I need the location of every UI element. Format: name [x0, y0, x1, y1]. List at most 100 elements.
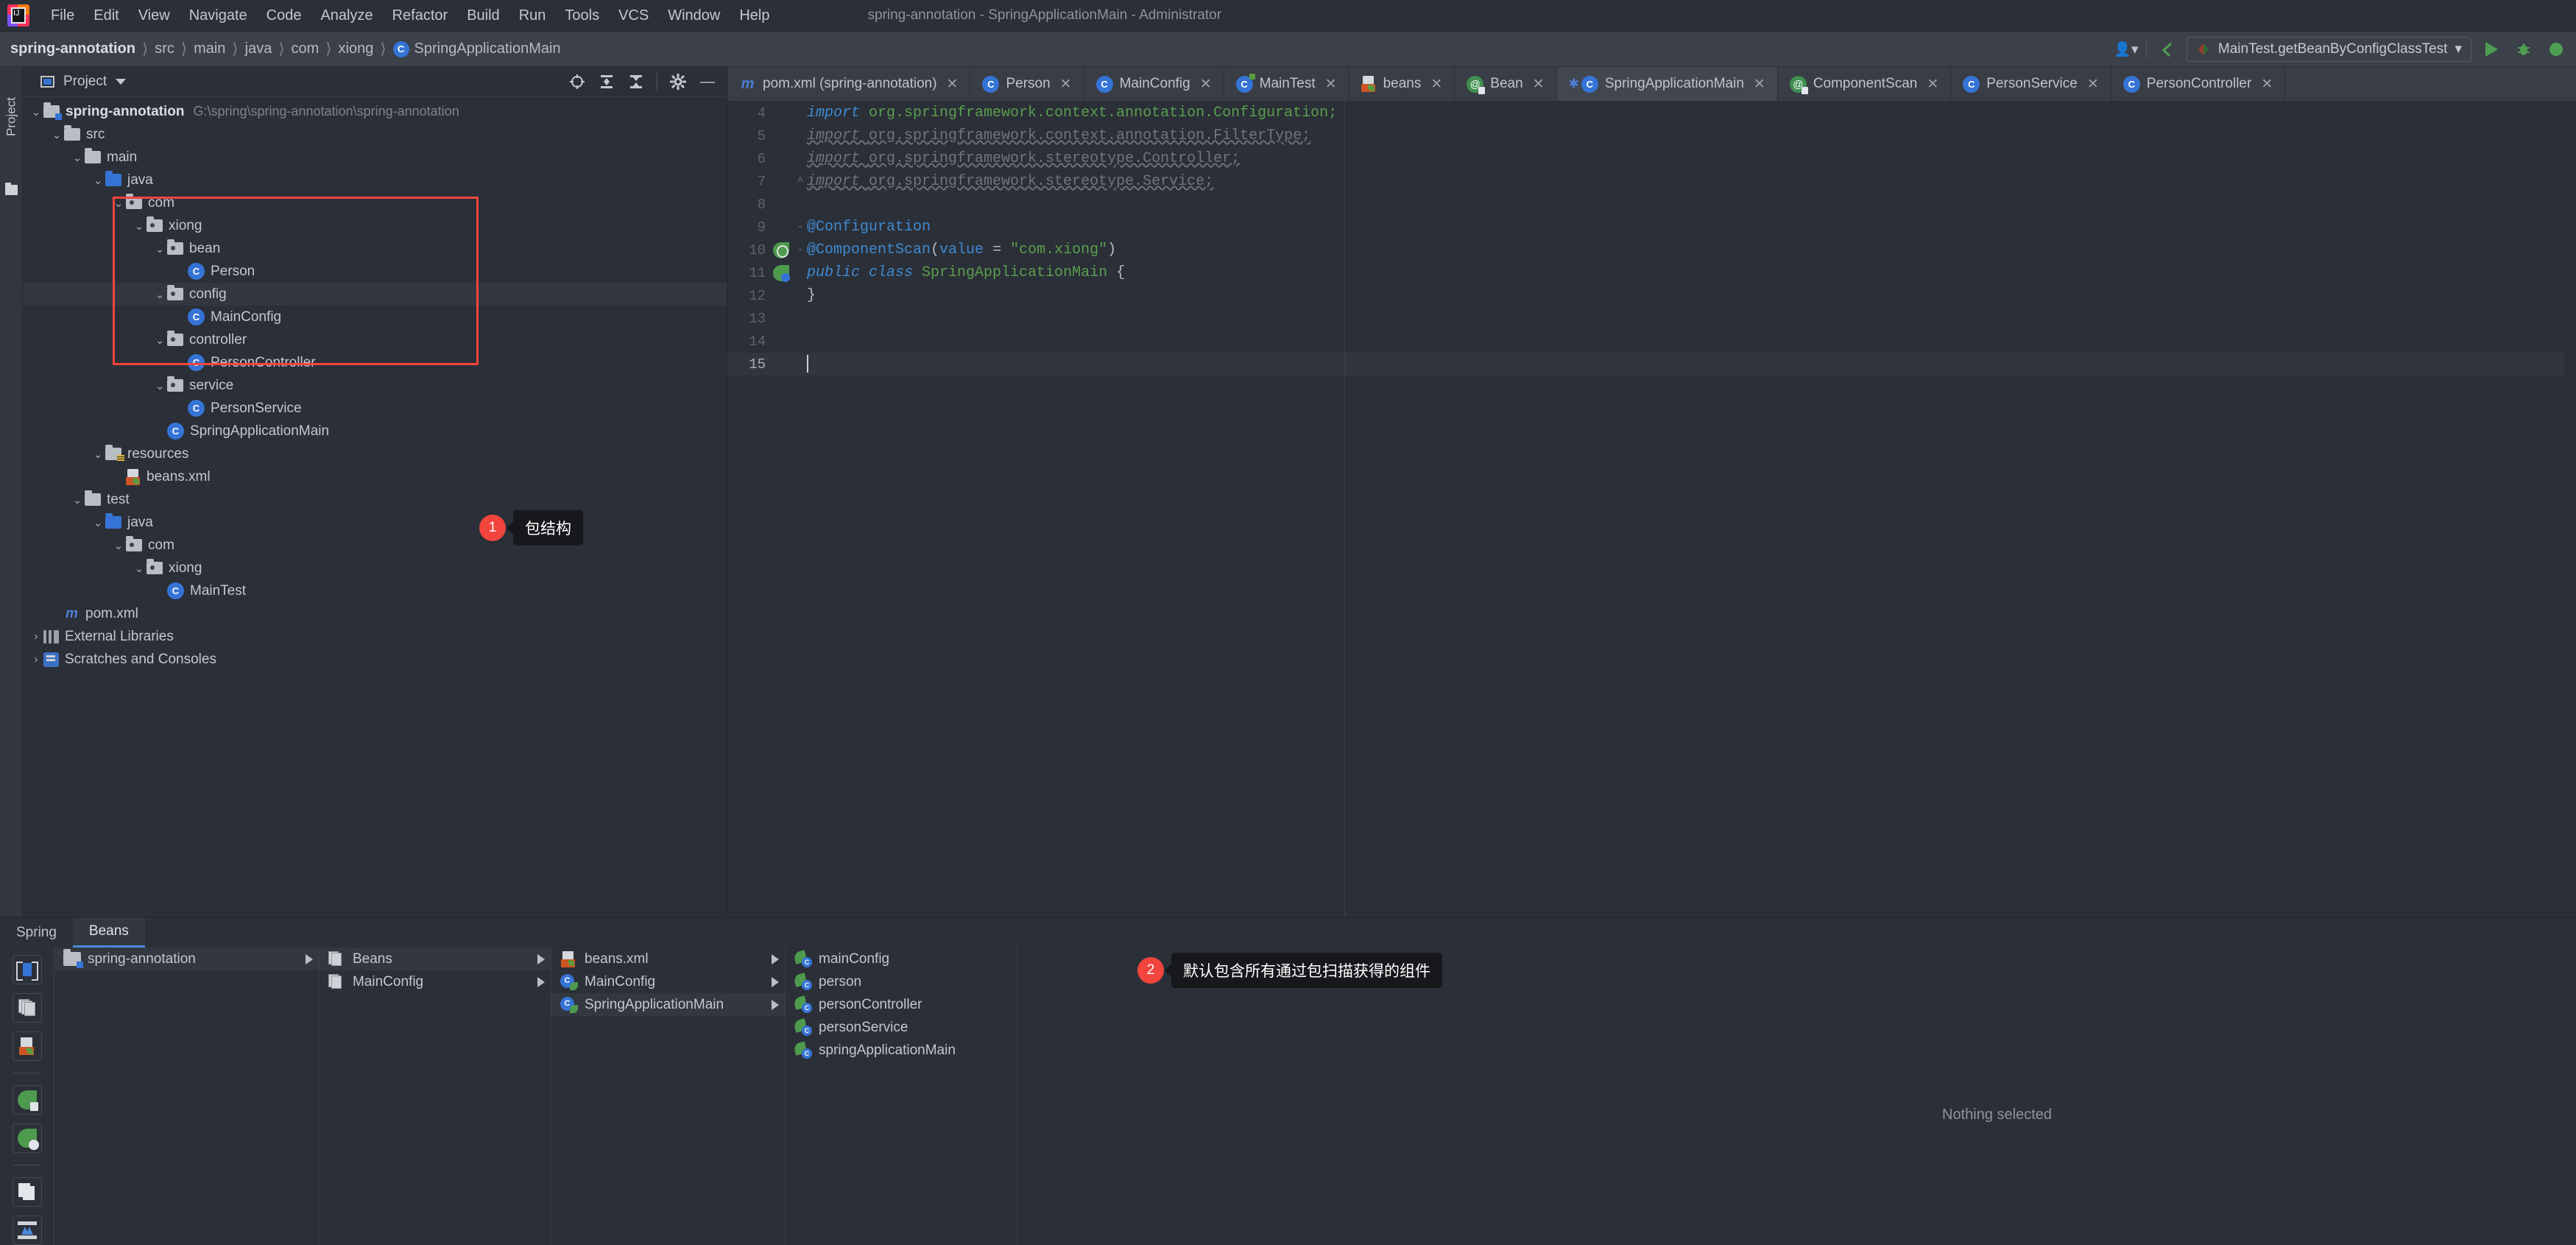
close-icon[interactable]: ✕	[1927, 76, 1938, 93]
code-line-11[interactable]: 11public class SpringApplicationMain {	[727, 261, 2576, 284]
gutter-marker[interactable]	[769, 265, 794, 281]
menu-item-code[interactable]: Code	[257, 4, 311, 27]
tool-window-tab-project[interactable]: Project	[0, 73, 23, 161]
expand-collapse-icon[interactable]	[13, 1216, 42, 1245]
spring-row-personservice[interactable]: CpersonService	[786, 1016, 1017, 1039]
code-line-4[interactable]: 4import org.springframework.context.anno…	[727, 102, 2576, 124]
tree-item-java[interactable]: ⌄java	[23, 169, 727, 191]
editor-tab-personservice[interactable]: CPersonService✕	[1951, 67, 2111, 101]
tree-item-service[interactable]: ⌄service	[23, 374, 727, 397]
spring-row-springapplicationmain[interactable]: CSpringApplicationMain	[551, 993, 785, 1016]
tree-item-personcontroller[interactable]: CPersonController	[23, 351, 727, 374]
code-line-9[interactable]: 9-@Configuration	[727, 216, 2576, 239]
code-fold-marker[interactable]: ^	[794, 175, 807, 188]
code-content[interactable]: 4import org.springframework.context.anno…	[727, 102, 2576, 375]
menu-item-vcs[interactable]: VCS	[609, 4, 658, 27]
project-tree[interactable]: ⌄spring-annotationG:\spring\spring-annot…	[23, 97, 727, 671]
spring-row-person[interactable]: Cperson	[786, 970, 1017, 993]
tree-item-src[interactable]: ⌄src	[23, 123, 727, 146]
debug-icon[interactable]	[2511, 37, 2536, 62]
code-fold-marker[interactable]: -	[794, 244, 807, 256]
locate-icon[interactable]	[568, 73, 586, 91]
close-icon[interactable]: ✕	[2261, 76, 2273, 93]
code-line-10[interactable]: 10-@ComponentScan(value = "com.xiong")	[727, 239, 2576, 261]
close-icon[interactable]: ✕	[1754, 76, 1765, 93]
spring-row-spring-annotation[interactable]: spring-annotation	[54, 948, 319, 970]
spring-column-modules[interactable]: spring-annotation	[54, 948, 320, 1245]
run-icon[interactable]	[2479, 37, 2504, 62]
tree-item-spring-annotation[interactable]: ⌄spring-annotationG:\spring\spring-annot…	[23, 100, 727, 123]
chevron-down-icon[interactable]: ⌄	[49, 128, 64, 141]
breadcrumb-item-project[interactable]: spring-annotation	[10, 40, 135, 57]
chevron-down-icon[interactable]: ⌄	[152, 334, 167, 347]
chevron-down-icon[interactable]: ⌄	[70, 493, 85, 507]
editor-tab-mainconfig[interactable]: CMainConfig✕	[1084, 67, 1224, 101]
beans-stack-icon[interactable]	[13, 993, 42, 1023]
spring-row-beans[interactable]: Beans	[320, 948, 551, 970]
menu-item-tools[interactable]: Tools	[555, 4, 609, 27]
spring-row-personcontroller[interactable]: CpersonController	[786, 993, 1017, 1016]
menu-item-edit[interactable]: Edit	[84, 4, 128, 27]
menu-item-navigate[interactable]: Navigate	[180, 4, 257, 27]
editor-scrollbar[interactable]	[2564, 102, 2576, 917]
chevron-down-icon[interactable]: ⌄	[152, 288, 167, 301]
chevron-right-icon[interactable]	[772, 954, 779, 964]
menu-item-window[interactable]: Window	[658, 4, 730, 27]
close-icon[interactable]: ✕	[1430, 76, 1442, 93]
breadcrumb-item-src[interactable]: src	[155, 40, 174, 57]
editor-tab-bean[interactable]: @Bean✕	[1455, 67, 1556, 101]
tree-item-maintest[interactable]: CMainTest	[23, 579, 727, 602]
expand-all-icon[interactable]	[598, 73, 615, 91]
tree-item-com[interactable]: ⌄com	[23, 191, 727, 214]
close-icon[interactable]: ✕	[947, 76, 959, 93]
code-line-8[interactable]: 8	[727, 193, 2576, 216]
breadcrumb-item-class[interactable]: SpringApplicationMain	[414, 40, 561, 57]
menu-item-run[interactable]: Run	[509, 4, 556, 27]
spring-row-mainconfig[interactable]: MainConfig	[320, 970, 551, 993]
editor-tab-springapplicationmain[interactable]: ✱CSpringApplicationMain✕	[1557, 67, 1778, 101]
code-line-12[interactable]: 12}	[727, 284, 2576, 307]
chevron-down-icon[interactable]: ⌄	[111, 197, 126, 210]
chevron-down-icon[interactable]: ⌄	[111, 539, 126, 552]
chevron-down-icon[interactable]	[116, 79, 126, 85]
spring-row-mainconfig[interactable]: CMainConfig	[551, 970, 785, 993]
tree-item-xiong[interactable]: ⌄xiong	[23, 214, 727, 237]
code-line-14[interactable]: 14	[727, 330, 2576, 353]
tree-item-external-libraries[interactable]: ›External Libraries	[23, 625, 727, 648]
spring-row-beans-xml[interactable]: beans.xml	[551, 948, 785, 970]
tree-item-springapplicationmain[interactable]: CSpringApplicationMain	[23, 420, 727, 442]
code-editor[interactable]: 4import org.springframework.context.anno…	[727, 102, 2576, 917]
chevron-right-icon[interactable]	[537, 977, 545, 987]
menu-item-build[interactable]: Build	[457, 4, 509, 27]
code-line-15[interactable]: 15	[727, 353, 2576, 375]
chevron-right-icon[interactable]: ›	[29, 653, 43, 666]
copy-icon[interactable]	[13, 1177, 42, 1207]
spring-xml-icon[interactable]	[13, 1031, 42, 1061]
editor-tab-maintest[interactable]: CMainTest✕	[1224, 67, 1349, 101]
spring-bean-gutter-icon[interactable]	[773, 265, 789, 281]
close-icon[interactable]: ✕	[1533, 76, 1545, 93]
spring-panel-tabs[interactable]: Spring Beans	[0, 917, 2576, 948]
chevron-down-icon[interactable]: ⌄	[91, 516, 105, 529]
chevron-right-icon[interactable]: ›	[29, 630, 43, 643]
editor-tab-beans[interactable]: beans✕	[1349, 67, 1455, 101]
code-line-13[interactable]: 13	[727, 307, 2576, 330]
tab-beans[interactable]: Beans	[73, 917, 145, 948]
spring-column-configs[interactable]: beans.xmlCMainConfigCSpringApplicationMa…	[551, 948, 786, 1245]
tree-item-controller[interactable]: ⌄controller	[23, 328, 727, 351]
settings-gear-icon[interactable]	[669, 73, 687, 91]
editor-tab-bar[interactable]: mpom.xml (spring-annotation)✕CPerson✕CMa…	[727, 67, 2576, 102]
tree-item-person[interactable]: CPerson	[23, 260, 727, 283]
coverage-icon[interactable]	[2544, 37, 2569, 62]
menu-item-analyze[interactable]: Analyze	[311, 4, 382, 27]
code-line-5[interactable]: 5import org.springframework.context.anno…	[727, 124, 2576, 147]
tree-item-config[interactable]: ⌄config	[23, 283, 727, 306]
tree-item-personservice[interactable]: CPersonService	[23, 397, 727, 420]
breadcrumb-item-java[interactable]: java	[245, 40, 272, 57]
tab-spring[interactable]: Spring	[0, 917, 73, 948]
bean-scope-icon[interactable]	[13, 955, 42, 984]
editor-tab-person[interactable]: CPerson✕	[970, 67, 1084, 101]
chevron-right-icon[interactable]	[306, 954, 313, 964]
breadcrumb-item-main[interactable]: main	[194, 40, 225, 57]
tree-item-java[interactable]: ⌄java	[23, 511, 727, 534]
